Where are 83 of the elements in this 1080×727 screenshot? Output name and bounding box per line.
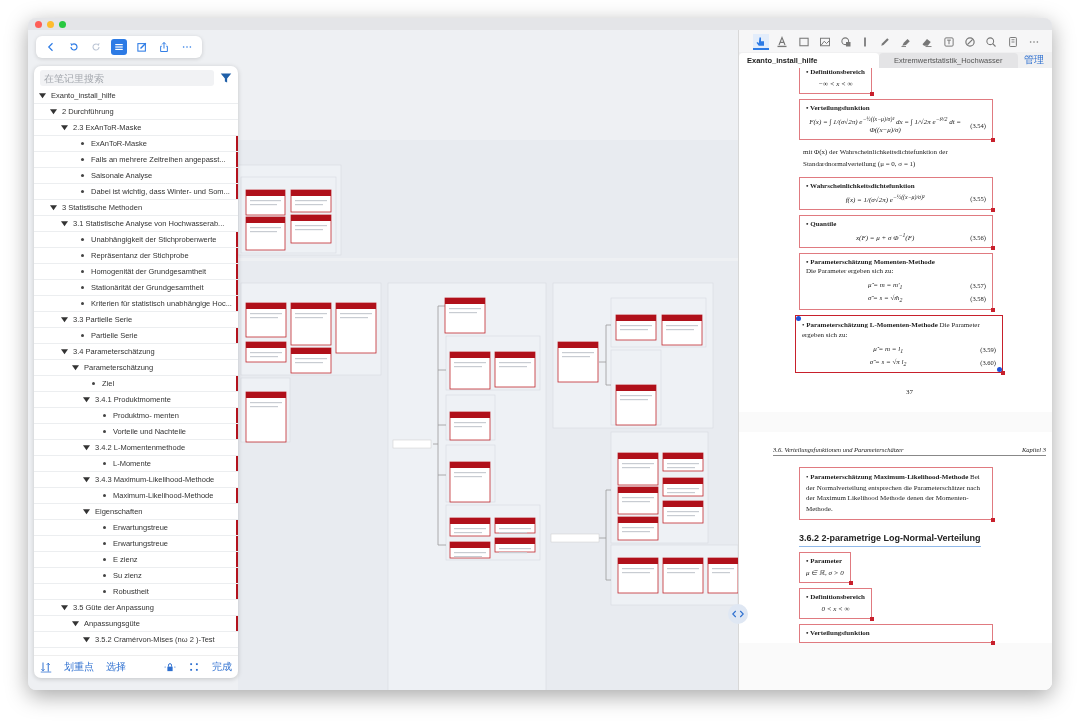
expand-triangle-icon[interactable] bbox=[83, 476, 90, 483]
eraser-icon bbox=[921, 36, 934, 48]
search-field[interactable]: 在笔记里搜索 bbox=[40, 70, 214, 86]
corner-marker bbox=[991, 208, 995, 213]
highlight-marker bbox=[236, 616, 238, 631]
expand-triangle-icon[interactable] bbox=[61, 604, 68, 611]
expand-triangle-icon[interactable] bbox=[83, 444, 90, 451]
text-highlight-icon bbox=[776, 36, 789, 48]
expand-triangle-icon[interactable] bbox=[72, 620, 79, 627]
highlight-marker bbox=[236, 328, 238, 343]
corner-marker bbox=[991, 518, 995, 523]
expand-triangle-icon[interactable] bbox=[50, 204, 57, 211]
expand-triangle-icon[interactable] bbox=[61, 124, 68, 131]
list-icon bbox=[112, 41, 125, 53]
toolbar-link[interactable]: 选择 bbox=[106, 660, 126, 674]
bullet-icon bbox=[103, 574, 106, 577]
rectangle-icon bbox=[797, 36, 810, 48]
bullet-icon bbox=[81, 302, 84, 305]
highlight-marker bbox=[236, 456, 238, 471]
sort-icon bbox=[40, 661, 52, 673]
search-icon bbox=[985, 36, 998, 48]
bullet-icon bbox=[103, 462, 106, 465]
bullet-icon bbox=[103, 542, 106, 545]
expand-triangle-icon[interactable] bbox=[39, 92, 46, 99]
expand-triangle-icon[interactable] bbox=[83, 636, 90, 643]
highlight-marker bbox=[236, 488, 238, 503]
bullet-icon bbox=[81, 238, 84, 241]
manage-link[interactable]: 管理 bbox=[1024, 52, 1044, 68]
corner-marker bbox=[991, 138, 995, 143]
undo-icon bbox=[67, 41, 80, 53]
corner-marker bbox=[869, 92, 874, 96]
lock-icon bbox=[164, 661, 176, 673]
outline-button[interactable] bbox=[110, 39, 127, 55]
expand-triangle-icon[interactable] bbox=[61, 220, 68, 227]
corner-marker bbox=[991, 246, 995, 251]
section-heading: 3.6.2 2-parametrige Log-Normal-Verteilung bbox=[799, 525, 981, 548]
bullet-icon bbox=[103, 430, 106, 433]
bullet-icon bbox=[81, 334, 84, 337]
bullet-icon bbox=[81, 254, 84, 257]
corner-marker bbox=[991, 641, 995, 646]
selection-handle[interactable] bbox=[997, 367, 1002, 373]
bullet-icon bbox=[81, 158, 84, 161]
bullet-icon bbox=[103, 526, 106, 529]
hand-tool[interactable] bbox=[753, 34, 769, 50]
corner-marker bbox=[869, 617, 874, 622]
bullet-icon bbox=[81, 190, 84, 193]
share-icon bbox=[158, 41, 171, 53]
bookmark-icon bbox=[1006, 36, 1019, 48]
corner-marker bbox=[1001, 371, 1005, 376]
prohibited-icon bbox=[963, 36, 976, 48]
image-icon bbox=[818, 36, 831, 48]
marker-icon bbox=[900, 36, 913, 48]
redo-icon bbox=[90, 41, 103, 53]
filter-icon[interactable] bbox=[220, 72, 232, 84]
expand-triangle-icon[interactable] bbox=[50, 108, 57, 115]
text-box-icon bbox=[942, 36, 955, 48]
left-right-arrows-icon bbox=[732, 610, 744, 618]
toolbar-link[interactable]: 划重点 bbox=[64, 660, 94, 674]
pen-icon bbox=[878, 36, 891, 48]
expand-triangle-icon[interactable] bbox=[83, 396, 90, 403]
bullet-icon bbox=[103, 558, 106, 561]
bullet-icon bbox=[92, 382, 95, 385]
pointer-hand-icon bbox=[755, 36, 767, 48]
expand-triangle-icon[interactable] bbox=[61, 316, 68, 323]
corner-marker bbox=[991, 307, 995, 312]
selection-handle[interactable] bbox=[796, 315, 801, 321]
edit-icon bbox=[135, 41, 148, 53]
bullet-icon bbox=[103, 590, 106, 593]
expand-triangle-icon[interactable] bbox=[72, 364, 79, 371]
highlight-marker bbox=[236, 376, 238, 391]
grid-icon bbox=[188, 661, 200, 673]
bullet-icon bbox=[81, 286, 84, 289]
bullet-icon bbox=[81, 174, 84, 177]
expand-triangle-icon[interactable] bbox=[61, 348, 68, 355]
bullet-icon bbox=[81, 142, 84, 145]
bullet-icon bbox=[81, 270, 84, 273]
shapes-icon bbox=[840, 36, 853, 48]
close-button[interactable] bbox=[35, 20, 42, 28]
toolbar-link[interactable]: 完成 bbox=[212, 660, 232, 674]
expand-triangle-icon[interactable] bbox=[83, 508, 90, 515]
bullet-icon bbox=[103, 494, 106, 497]
bullet-icon bbox=[103, 414, 106, 417]
corner-marker bbox=[848, 581, 853, 586]
